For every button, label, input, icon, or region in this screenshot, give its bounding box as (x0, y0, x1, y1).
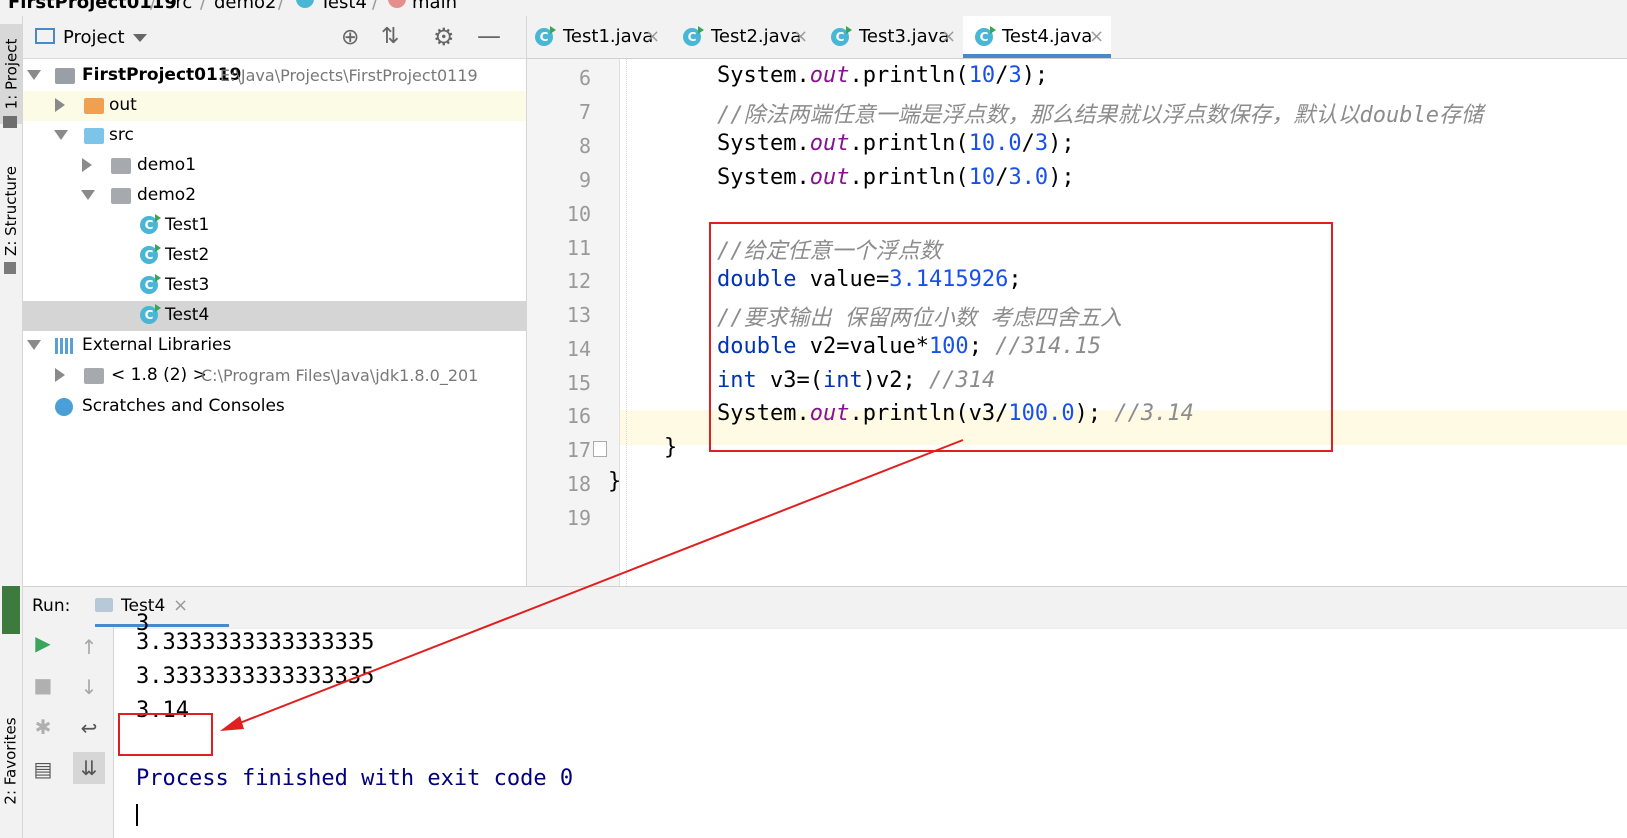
highlight-box-code (709, 222, 1333, 452)
annotation-arrow-line (231, 439, 964, 727)
annotation-overlay (118, 222, 1333, 756)
highlight-box-output (118, 713, 213, 756)
annotation-arrow-head (220, 716, 244, 731)
